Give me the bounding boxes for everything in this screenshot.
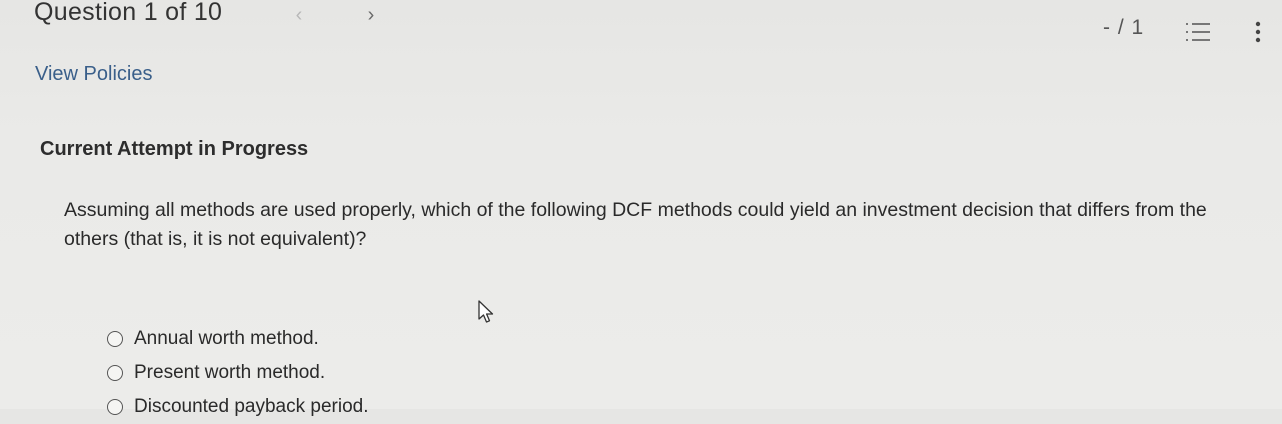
option-label: Present worth method. — [134, 362, 326, 383]
numbered-list-icon — [1186, 23, 1210, 41]
option-present-worth[interactable]: Present worth method. — [107, 356, 368, 390]
mouse-pointer-icon — [477, 300, 495, 324]
option-annual-worth[interactable]: Annual worth method. — [107, 322, 368, 356]
more-options-button[interactable] — [1251, 18, 1265, 46]
option-label: Discounted payback period. — [134, 396, 369, 417]
attempt-status-heading: Current Attempt in Progress — [40, 138, 309, 160]
question-counter: Question 1 of 10 — [34, 0, 223, 26]
chevron-left-icon: ‹ — [295, 3, 303, 26]
top-bar: Question 1 of 10 ‹ › - / 1 — [0, 0, 1282, 52]
previous-question-button[interactable]: ‹ — [288, 2, 310, 28]
radio-button[interactable] — [107, 331, 123, 347]
radio-button[interactable] — [107, 365, 123, 381]
next-question-button[interactable]: › — [360, 2, 382, 28]
score-display: - / 1 — [1103, 16, 1145, 39]
option-label: Annual worth method. — [134, 328, 319, 349]
chevron-right-icon: › — [367, 3, 375, 26]
vertical-ellipsis-icon — [1255, 21, 1261, 43]
option-discounted-payback[interactable]: Discounted payback period. — [107, 390, 368, 424]
question-prompt: Assuming all methods are used properly, … — [64, 199, 1207, 250]
question-list-button[interactable] — [1184, 18, 1214, 46]
view-policies-link[interactable]: View Policies — [35, 63, 152, 86]
radio-button[interactable] — [107, 399, 123, 415]
